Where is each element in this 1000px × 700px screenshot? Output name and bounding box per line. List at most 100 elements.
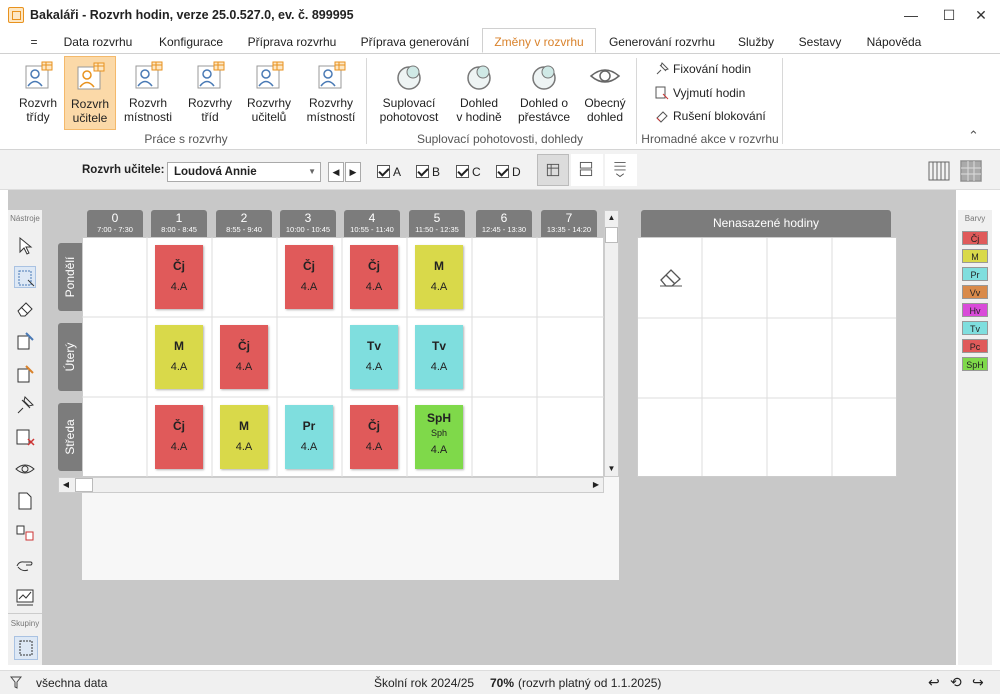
week-c-checkbox[interactable] bbox=[456, 165, 469, 178]
scroll-right-icon[interactable]: ▶ bbox=[589, 478, 603, 492]
fix-lessons-button[interactable]: Fixování hodin bbox=[655, 59, 751, 79]
menu-příprava-generování[interactable]: Příprava generování bbox=[354, 30, 476, 54]
week-a-checkbox[interactable] bbox=[377, 165, 390, 178]
lesson-card[interactable]: M 4.A bbox=[415, 245, 463, 309]
lesson-class: 4.A bbox=[365, 361, 383, 373]
ribbon-btn-room-schedule[interactable]: Rozvrh místnosti bbox=[118, 56, 178, 130]
tool-remove[interactable] bbox=[14, 426, 36, 448]
menu-příprava-rozvrhu[interactable]: Příprava rozvrhu bbox=[242, 30, 342, 54]
ribbon-btn-teacher-schedule[interactable]: Rozvrh učitele bbox=[64, 56, 116, 130]
tool-document[interactable] bbox=[14, 490, 36, 512]
history-icon[interactable]: ⟲ bbox=[950, 674, 962, 691]
lesson-card[interactable]: Tv 4.A bbox=[415, 325, 463, 389]
menu-sestavy[interactable]: Sestavy bbox=[792, 30, 848, 54]
maximize-button[interactable]: ☐ bbox=[932, 2, 966, 28]
scroll-up-icon[interactable]: ▲ bbox=[605, 211, 618, 225]
color-chip-m[interactable]: M bbox=[962, 249, 988, 263]
lesson-card[interactable]: Tv 4.A bbox=[350, 325, 398, 389]
zoom-level[interactable]: 70% bbox=[490, 676, 514, 690]
lesson-card[interactable]: Pr 4.A bbox=[285, 405, 333, 469]
lesson-card[interactable]: M 4.A bbox=[155, 325, 203, 389]
color-chip-pr[interactable]: Pr bbox=[962, 267, 988, 281]
stack-view-icon bbox=[614, 161, 626, 178]
vertical-scrollbar[interactable]: ▲ ▼ bbox=[604, 210, 619, 477]
lesson-card[interactable]: Čj 4.A bbox=[285, 245, 333, 309]
color-chip-pc[interactable]: Pc bbox=[962, 339, 988, 353]
cancel-blocking-button[interactable]: Rušení blokování bbox=[655, 106, 766, 126]
tool-pin[interactable] bbox=[14, 394, 36, 416]
tools-separator bbox=[8, 613, 42, 614]
lesson-card[interactable]: M 4.A bbox=[220, 405, 268, 469]
next-teacher-button[interactable]: ▶ bbox=[345, 162, 361, 182]
view-mode-1-button[interactable] bbox=[537, 154, 569, 186]
color-chip-hv[interactable]: Hv bbox=[962, 303, 988, 317]
tool-hand[interactable] bbox=[14, 554, 36, 576]
scroll-left-icon[interactable]: ◀ bbox=[59, 478, 73, 492]
menu-generování-rozvrhu[interactable]: Generování rozvrhu bbox=[604, 30, 720, 54]
filter-icon[interactable] bbox=[10, 676, 22, 689]
menu-nápověda[interactable]: Nápověda bbox=[858, 30, 930, 54]
tool-edit-lesson-2[interactable] bbox=[14, 363, 36, 385]
week-layout-button[interactable] bbox=[928, 160, 950, 182]
close-button[interactable]: ✕ bbox=[964, 2, 998, 28]
view-mode-2-button[interactable] bbox=[571, 154, 603, 186]
lesson-class: 4.A bbox=[430, 444, 448, 456]
menu-data-rozvrhu[interactable]: Data rozvrhu bbox=[56, 30, 140, 54]
ribbon-btn-label-1: Dohled bbox=[459, 96, 499, 110]
tool-pointer[interactable] bbox=[14, 235, 36, 257]
color-chip-vv[interactable]: Vv bbox=[962, 285, 988, 299]
horizontal-scrollbar[interactable]: ◀ ▶ bbox=[58, 477, 604, 493]
horizontal-scroll-thumb[interactable] bbox=[75, 478, 93, 492]
day-label: Pondělí bbox=[63, 256, 77, 298]
ribbon-btn-supervision-lesson[interactable]: Dohled v hodině bbox=[450, 56, 508, 130]
ribbon-btn-rooms-schedules[interactable]: Rozvrhy místností bbox=[300, 56, 362, 130]
tool-swap[interactable] bbox=[14, 522, 36, 544]
collapse-ribbon-button[interactable]: ⌃ bbox=[968, 128, 979, 144]
menu-konfigurace[interactable]: Konfigurace bbox=[150, 30, 232, 54]
scroll-down-icon[interactable]: ▼ bbox=[605, 462, 618, 476]
lesson-card[interactable]: Čj 4.A bbox=[155, 405, 203, 469]
ribbon-btn-class-schedule[interactable]: Rozvrh třídy bbox=[12, 56, 64, 130]
colors-label: Barvy bbox=[964, 214, 986, 223]
color-chip-tv[interactable]: Tv bbox=[962, 321, 988, 335]
ribbon-btn-substitute[interactable]: Suplovací pohotovost bbox=[374, 56, 444, 130]
redo-icon[interactable]: ↪ bbox=[972, 674, 984, 691]
groups-button[interactable] bbox=[14, 636, 38, 660]
unplaced-lessons-grid[interactable] bbox=[637, 237, 897, 477]
view-mode-3-button[interactable] bbox=[605, 154, 637, 186]
tool-eye[interactable] bbox=[14, 458, 36, 480]
week-b-checkbox[interactable] bbox=[416, 165, 429, 178]
menu-hamburger[interactable]: = bbox=[28, 30, 40, 54]
ribbon-btn-supervision-break[interactable]: Dohled o přestávce bbox=[512, 56, 576, 130]
ribbon-btn-label-1: Dohled o bbox=[519, 96, 569, 110]
lesson-class: 4.A bbox=[235, 441, 253, 453]
menu-změny-v-rozvrhu[interactable]: Změny v rozvrhu bbox=[482, 28, 596, 53]
period-time: 13:35 - 14:20 bbox=[546, 225, 592, 234]
tool-edit-lesson[interactable] bbox=[14, 330, 36, 352]
minimize-button[interactable]: — bbox=[894, 2, 928, 28]
lesson-card[interactable]: Čj 4.A bbox=[350, 245, 398, 309]
previous-teacher-button[interactable]: ◀ bbox=[328, 162, 344, 182]
ribbon-btn-classes-schedules[interactable]: Rozvrhy tříd bbox=[180, 56, 240, 130]
pin-icon bbox=[17, 396, 34, 414]
ribbon-btn-teachers-schedules[interactable]: Rozvrhy učitelů bbox=[240, 56, 298, 130]
tool-eraser[interactable] bbox=[14, 298, 36, 320]
teacher-select[interactable]: Loudová Annie ▼ bbox=[167, 162, 321, 182]
tool-chart[interactable] bbox=[14, 586, 36, 608]
remove-lessons-button[interactable]: Vyjmutí hodin bbox=[655, 83, 745, 103]
vertical-scroll-thumb[interactable] bbox=[605, 227, 618, 243]
table-layout-button[interactable] bbox=[960, 160, 982, 182]
color-chip-sph[interactable]: SpH bbox=[962, 357, 988, 371]
lesson-card[interactable]: Čj 4.A bbox=[350, 405, 398, 469]
color-chip-čj[interactable]: Čj bbox=[962, 231, 988, 245]
ribbon-btn-eye[interactable]: Obecný dohled bbox=[576, 56, 634, 130]
lesson-class: 4.A bbox=[235, 361, 253, 373]
lesson-card[interactable]: Čj 4.A bbox=[155, 245, 203, 309]
lesson-card[interactable]: SpH Sph 4.A bbox=[415, 405, 463, 469]
undo-icon[interactable]: ↩ bbox=[928, 674, 940, 691]
menu-služby[interactable]: Služby bbox=[730, 30, 782, 54]
lesson-card[interactable]: Čj 4.A bbox=[220, 325, 268, 389]
week-d-checkbox[interactable] bbox=[496, 165, 509, 178]
tool-select-cell[interactable] bbox=[14, 266, 36, 288]
table-icon bbox=[960, 160, 982, 182]
